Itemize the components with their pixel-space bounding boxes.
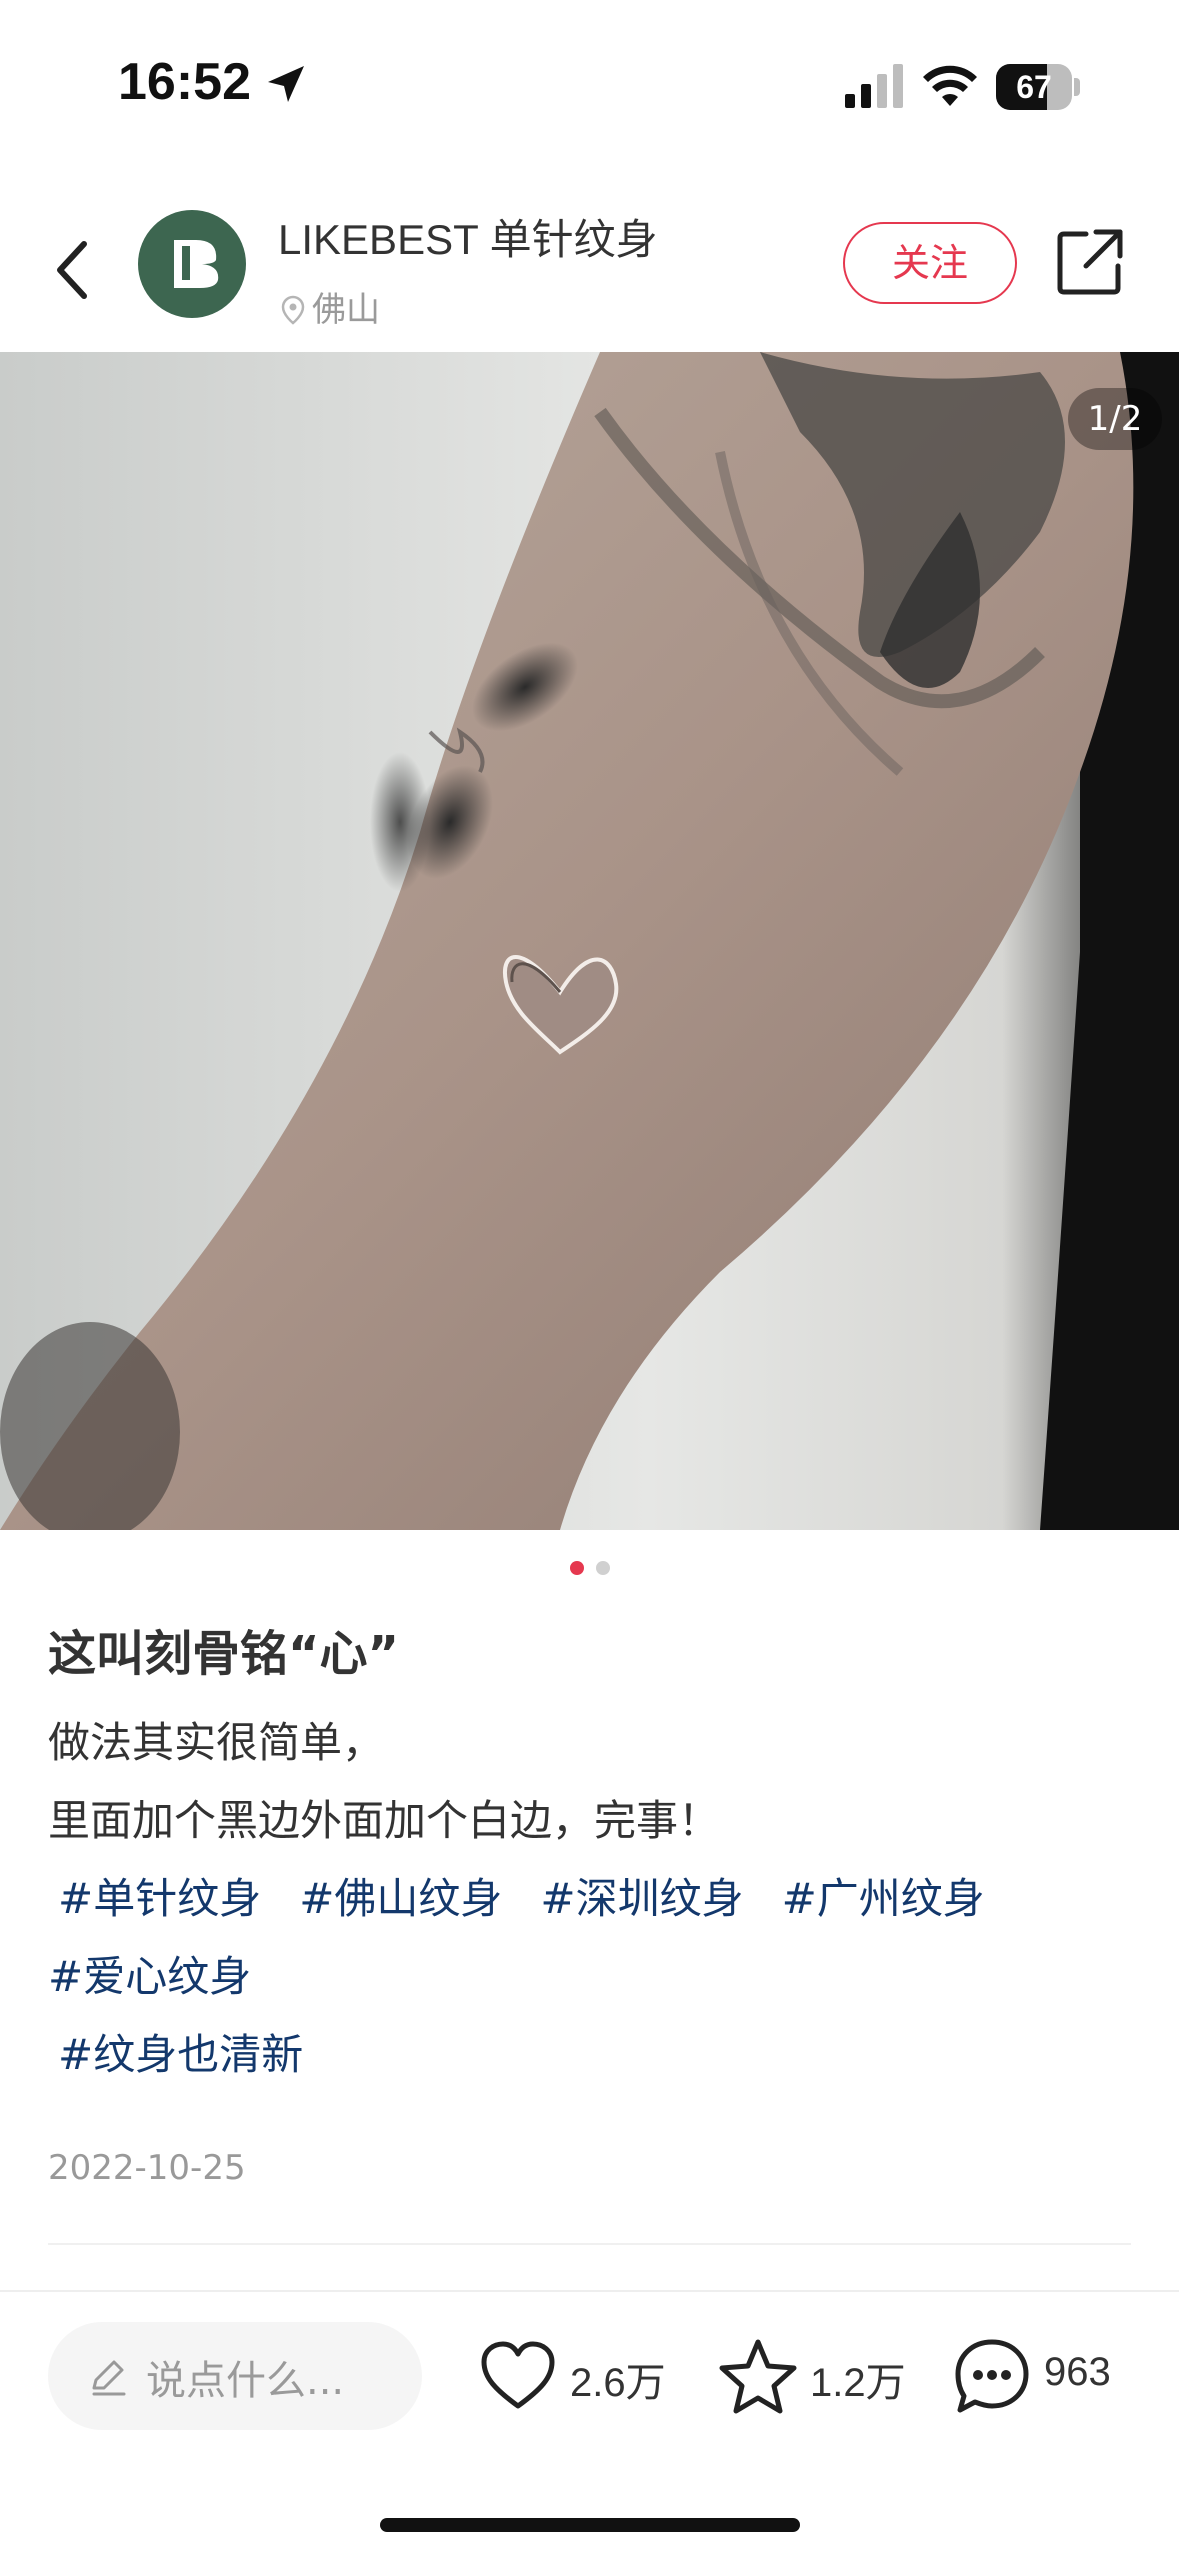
tag-row: #爱心纹身: [48, 1938, 1138, 2016]
tattoo-photo: [0, 352, 1179, 1530]
follow-button[interactable]: 关注: [843, 222, 1017, 304]
body-line: 里面加个黑边外面加个白边，完事！: [48, 1796, 721, 1845]
avatar-logo: [174, 240, 219, 288]
post-image[interactable]: [0, 352, 1179, 1530]
wifi-icon: [923, 65, 977, 106]
image-counter: 1/2: [1068, 388, 1162, 450]
post-date: 2022-10-25: [48, 2148, 246, 2188]
hashtag-link[interactable]: #佛山纹身: [299, 1874, 502, 1923]
divider: [0, 2290, 1179, 2292]
location-pin-icon: [281, 295, 305, 325]
tag-row: #单针纹身 #佛山纹身 #深圳纹身 #广州纹身: [48, 1860, 1138, 1938]
like-count: 2.6万: [570, 2361, 666, 2405]
location-text: 佛山: [312, 290, 380, 330]
status-time: 16:52: [118, 53, 251, 111]
comment-input[interactable]: 说点什么...: [48, 2322, 422, 2430]
battery-icon: 67: [996, 64, 1080, 110]
carousel-dot-active: [569, 1561, 584, 1575]
back-icon[interactable]: [40, 230, 104, 310]
heart-icon: [481, 2341, 555, 2409]
author-name[interactable]: LIKEBEST 单针纹身: [278, 206, 658, 267]
carousel-dot: [595, 1561, 610, 1575]
battery-level: 67: [1016, 69, 1052, 105]
hashtag-link[interactable]: #爱心纹身: [48, 1952, 251, 2001]
pen-icon: [92, 2360, 126, 2396]
star-icon: [719, 2339, 797, 2414]
hashtag-link[interactable]: #纹身也清新: [58, 2030, 303, 2079]
signal-icon: [845, 64, 903, 108]
body-line: 做法其实很简单，: [48, 1718, 385, 1767]
avatar[interactable]: [138, 210, 246, 318]
location-arrow-icon: [268, 66, 304, 102]
hashtag-link[interactable]: #广州纹身: [782, 1874, 985, 1923]
divider: [48, 2243, 1131, 2245]
share-icon[interactable]: [1056, 228, 1124, 296]
favorite-count: 1.2万: [810, 2361, 906, 2405]
tag-row: #纹身也清新: [48, 2016, 1138, 2094]
post-title: 这叫刻骨铭“心”: [48, 1626, 400, 1682]
comment-count: 963: [1044, 2350, 1111, 2394]
hashtag-link[interactable]: #单针纹身: [58, 1874, 261, 1923]
carousel-indicator: [0, 1560, 1179, 1576]
comment-icon: [955, 2339, 1029, 2413]
home-indicator[interactable]: [380, 2518, 800, 2532]
comment-placeholder: 说点什么...: [146, 2358, 345, 2404]
author-location: 佛山: [280, 282, 380, 331]
post-header: LIKEBEST 单针纹身 佛山 关注: [0, 190, 1179, 350]
post-body: 做法其实很简单， 里面加个黑边外面加个白边，完事！ #单针纹身 #佛山纹身 #深圳纹…: [48, 1704, 1138, 2094]
status-bar: 16:52 67: [0, 0, 1179, 160]
hashtag-link[interactable]: #深圳纹身: [540, 1874, 743, 1923]
